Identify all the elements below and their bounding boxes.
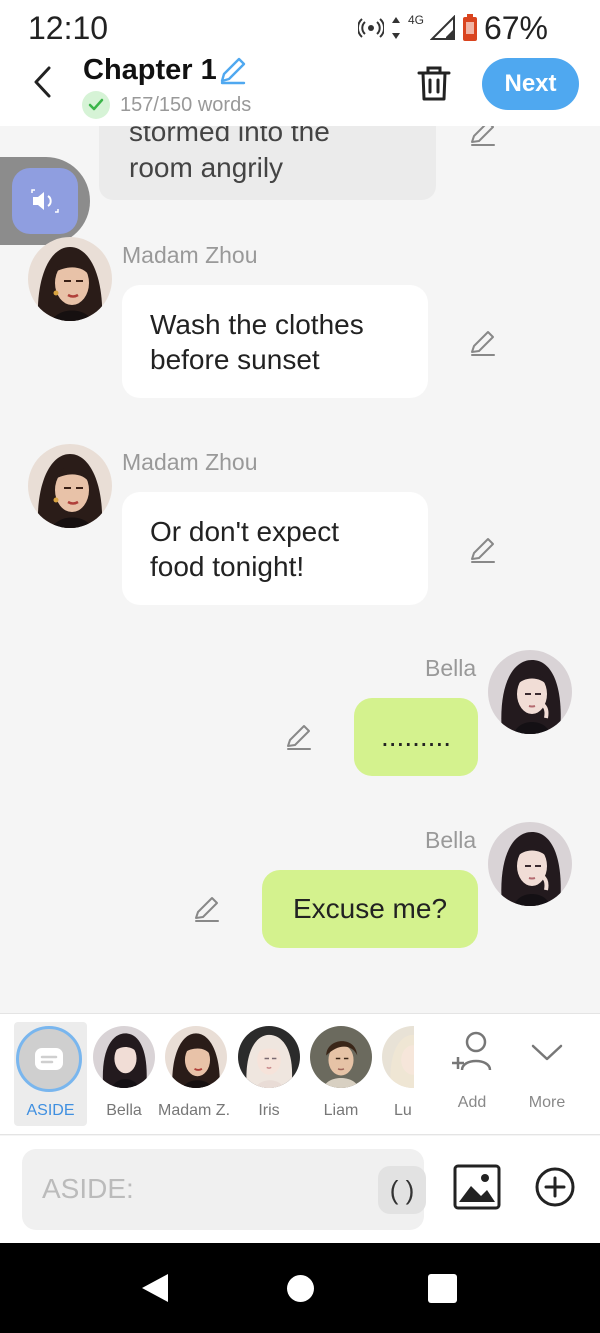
message-line: Or don't expect xyxy=(150,515,339,547)
message-text: ......... xyxy=(380,721,451,752)
nav-back-icon[interactable] xyxy=(138,1271,172,1305)
status-icons: 4G xyxy=(357,13,478,42)
message-line: Wash the clothes xyxy=(150,308,364,340)
speaker-name: Madam Zhou xyxy=(122,242,258,268)
status-bar: 12:10 4G 67% xyxy=(0,0,600,54)
speaker-name: Bella xyxy=(425,827,477,853)
edit-title-icon[interactable] xyxy=(217,54,249,86)
aside-icon xyxy=(16,1026,82,1092)
character-avatar-iris[interactable] xyxy=(238,1026,300,1088)
input-row: ( ) xyxy=(0,1136,600,1243)
aside-tab[interactable]: ASIDE xyxy=(14,1022,87,1126)
message-text: Excuse me? xyxy=(292,893,448,924)
hotspot-icon xyxy=(357,18,384,38)
edit-narration-icon[interactable] xyxy=(468,126,498,148)
character-bar: ASIDE Bella Madam Z... xyxy=(0,1013,600,1135)
avatar-madam-zhou[interactable] xyxy=(28,237,112,321)
trash-icon[interactable] xyxy=(416,64,452,102)
avatar-madam-zhou[interactable] xyxy=(28,444,112,528)
avatar-bella[interactable] xyxy=(488,650,572,734)
check-icon xyxy=(82,91,110,119)
speaker-icon[interactable] xyxy=(12,168,78,234)
next-button[interactable]: Next xyxy=(482,58,579,110)
edit-message-icon[interactable] xyxy=(192,894,222,924)
aside-label: ASIDE xyxy=(26,1102,75,1119)
chevron-down-icon xyxy=(531,1044,563,1061)
edit-message-icon[interactable] xyxy=(468,535,498,565)
character-avatar-madam-zhou[interactable] xyxy=(165,1026,227,1088)
character-label: Lu xyxy=(394,1102,412,1119)
edit-message-icon[interactable] xyxy=(284,722,314,752)
character-label: Liam xyxy=(323,1102,359,1119)
add-character-button[interactable]: Add xyxy=(436,1028,508,1124)
chat-area[interactable]: stormed into the room angrily Madam Zhou… xyxy=(0,126,600,1013)
more-label: More xyxy=(528,1094,566,1111)
signal-icon xyxy=(430,15,455,40)
add-circle-icon[interactable] xyxy=(534,1166,576,1208)
character-avatar-lu[interactable] xyxy=(382,1026,414,1088)
data-transfer-icon xyxy=(391,17,400,39)
message-line: food tonight! xyxy=(150,550,305,582)
message-bubble[interactable]: Or don't expect food tonight! xyxy=(122,492,428,605)
word-count: 157/150 words xyxy=(120,94,252,116)
battery-icon xyxy=(463,14,477,41)
message-bubble[interactable]: Excuse me? xyxy=(262,870,478,948)
message-bubble[interactable]: Wash the clothes before sunset xyxy=(122,285,428,398)
back-icon[interactable] xyxy=(26,62,58,102)
network-type: 4G xyxy=(407,13,424,27)
image-icon[interactable] xyxy=(453,1164,501,1210)
parenthesis-button[interactable]: ( ) xyxy=(378,1166,426,1214)
message-input[interactable] xyxy=(42,1171,342,1207)
character-avatar-bella[interactable] xyxy=(93,1026,155,1088)
character-label: Bella xyxy=(106,1102,142,1119)
system-navigation-bar xyxy=(0,1243,600,1333)
edit-message-icon[interactable] xyxy=(468,328,498,358)
add-label: Add xyxy=(457,1094,487,1111)
status-time: 12:10 xyxy=(28,10,109,46)
speaker-name: Bella xyxy=(425,655,477,681)
nav-recent-icon[interactable] xyxy=(428,1274,457,1303)
more-button[interactable]: More xyxy=(511,1028,583,1124)
character-label: Iris xyxy=(258,1102,280,1119)
chapter-header: Chapter 1 157/150 words Next xyxy=(0,54,600,126)
nav-home-icon[interactable] xyxy=(287,1275,314,1302)
audio-float-panel[interactable] xyxy=(0,157,90,245)
message-input-box[interactable]: ( ) xyxy=(22,1149,426,1230)
speaker-name: Madam Zhou xyxy=(122,449,258,475)
narration-bubble[interactable]: stormed into the room angrily xyxy=(99,126,436,200)
character-label: Madam Z... xyxy=(158,1102,230,1119)
chapter-title: Chapter 1 xyxy=(83,54,217,86)
battery-percent: 67% xyxy=(483,10,548,46)
narration-line: room angrily xyxy=(129,152,284,183)
character-avatar-liam[interactable] xyxy=(310,1026,372,1088)
message-line: before sunset xyxy=(150,343,320,375)
add-user-icon xyxy=(452,1031,492,1071)
narration-line: stormed into the xyxy=(129,126,330,147)
avatar-bella[interactable] xyxy=(488,822,572,906)
message-bubble[interactable]: ......... xyxy=(354,698,478,776)
